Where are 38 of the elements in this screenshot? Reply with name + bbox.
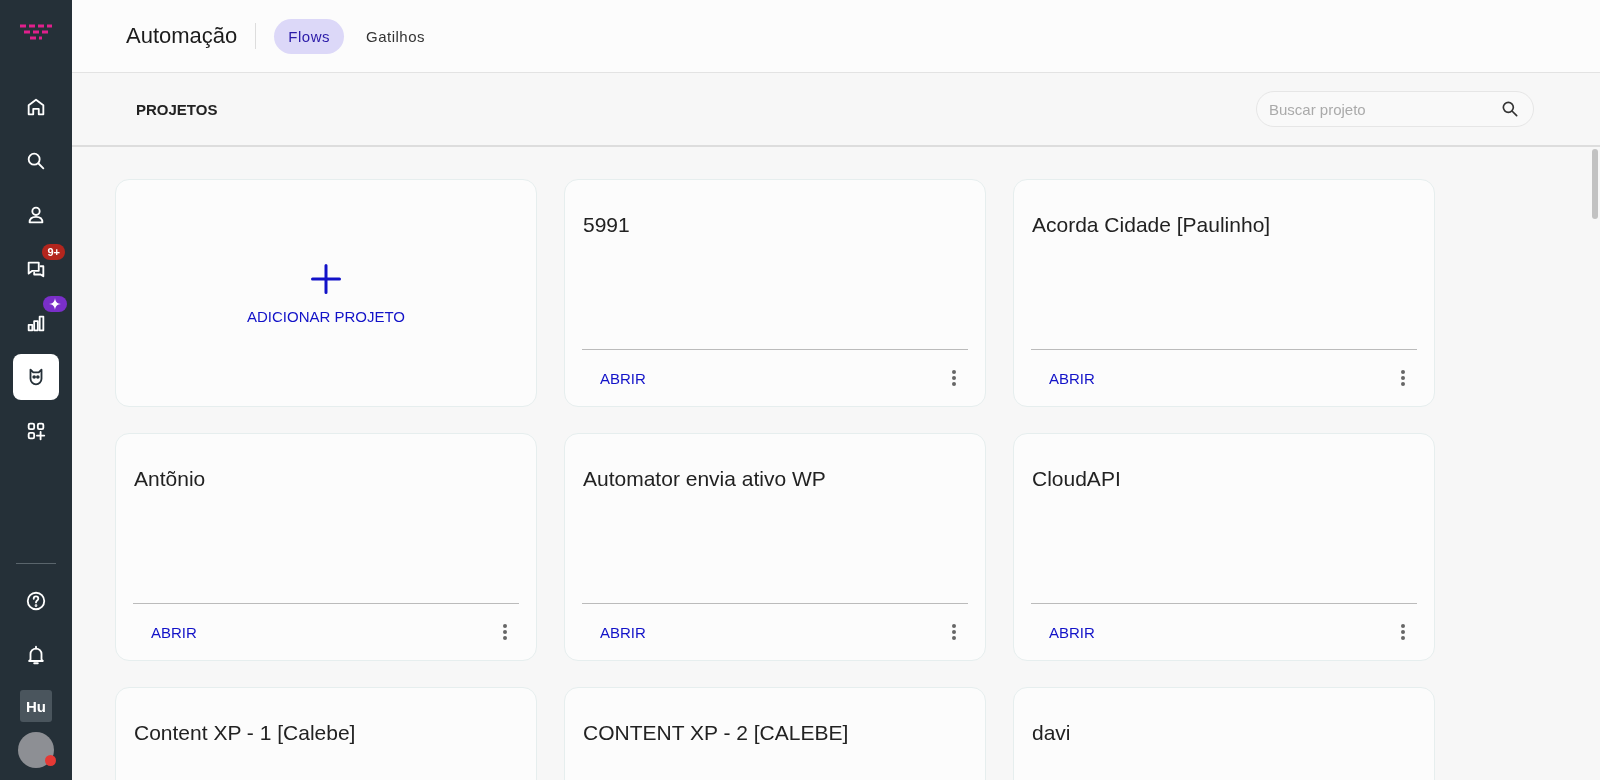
add-project-card[interactable]: ADICIONAR PROJETO <box>115 179 537 407</box>
help-icon <box>25 590 47 612</box>
open-button[interactable]: ABRIR <box>145 622 203 642</box>
section-heading: PROJETOS <box>136 100 218 118</box>
open-button[interactable]: ABRIR <box>1043 368 1101 388</box>
project-name: Acorda Cidade [Paulinho] <box>1031 212 1272 238</box>
notification-badge: 9+ <box>42 244 65 260</box>
open-button[interactable]: ABRIR <box>594 368 652 388</box>
more-options-icon[interactable] <box>952 370 956 386</box>
workspace-badge[interactable]: Hu <box>20 690 52 722</box>
search-icon <box>1500 99 1520 119</box>
tab[interactable]: Gatilhos <box>351 18 439 54</box>
home-icon <box>25 96 47 118</box>
sidebar-nav-button[interactable] <box>13 354 59 400</box>
project-name: CONTENT XP - 2 [CALEBE] <box>582 720 850 746</box>
scrollbar-thumb[interactable] <box>1592 149 1598 219</box>
search-field[interactable]: Buscar projeto <box>1256 91 1534 127</box>
project-name: Content XP - 1 [Calebe] <box>133 720 357 746</box>
open-button[interactable]: ABRIR <box>594 622 652 642</box>
project-name: CloudAPI <box>1031 466 1122 492</box>
avatar[interactable] <box>18 732 54 768</box>
page-title: Automação <box>126 23 257 49</box>
project-name: davi <box>1031 720 1072 746</box>
open-button[interactable]: ABRIR <box>1043 622 1101 642</box>
add-project-button[interactable]: ADICIONAR PROJETO <box>240 306 412 326</box>
more-options-icon[interactable] <box>1401 624 1405 640</box>
more-options-icon[interactable] <box>952 624 956 640</box>
logo-icon[interactable] <box>18 24 54 40</box>
bell-icon <box>25 644 47 666</box>
search-icon <box>25 150 47 172</box>
project-name: Automator envia ativo WP <box>582 466 827 492</box>
more-options-icon[interactable] <box>1401 370 1405 386</box>
more-options-icon[interactable] <box>503 624 507 640</box>
project-name: Antõnio <box>133 466 207 492</box>
status-dot-icon <box>45 755 56 766</box>
tab[interactable]: Flows <box>274 18 344 54</box>
apps-icon <box>25 420 47 442</box>
project-name: 5991 <box>582 212 631 238</box>
